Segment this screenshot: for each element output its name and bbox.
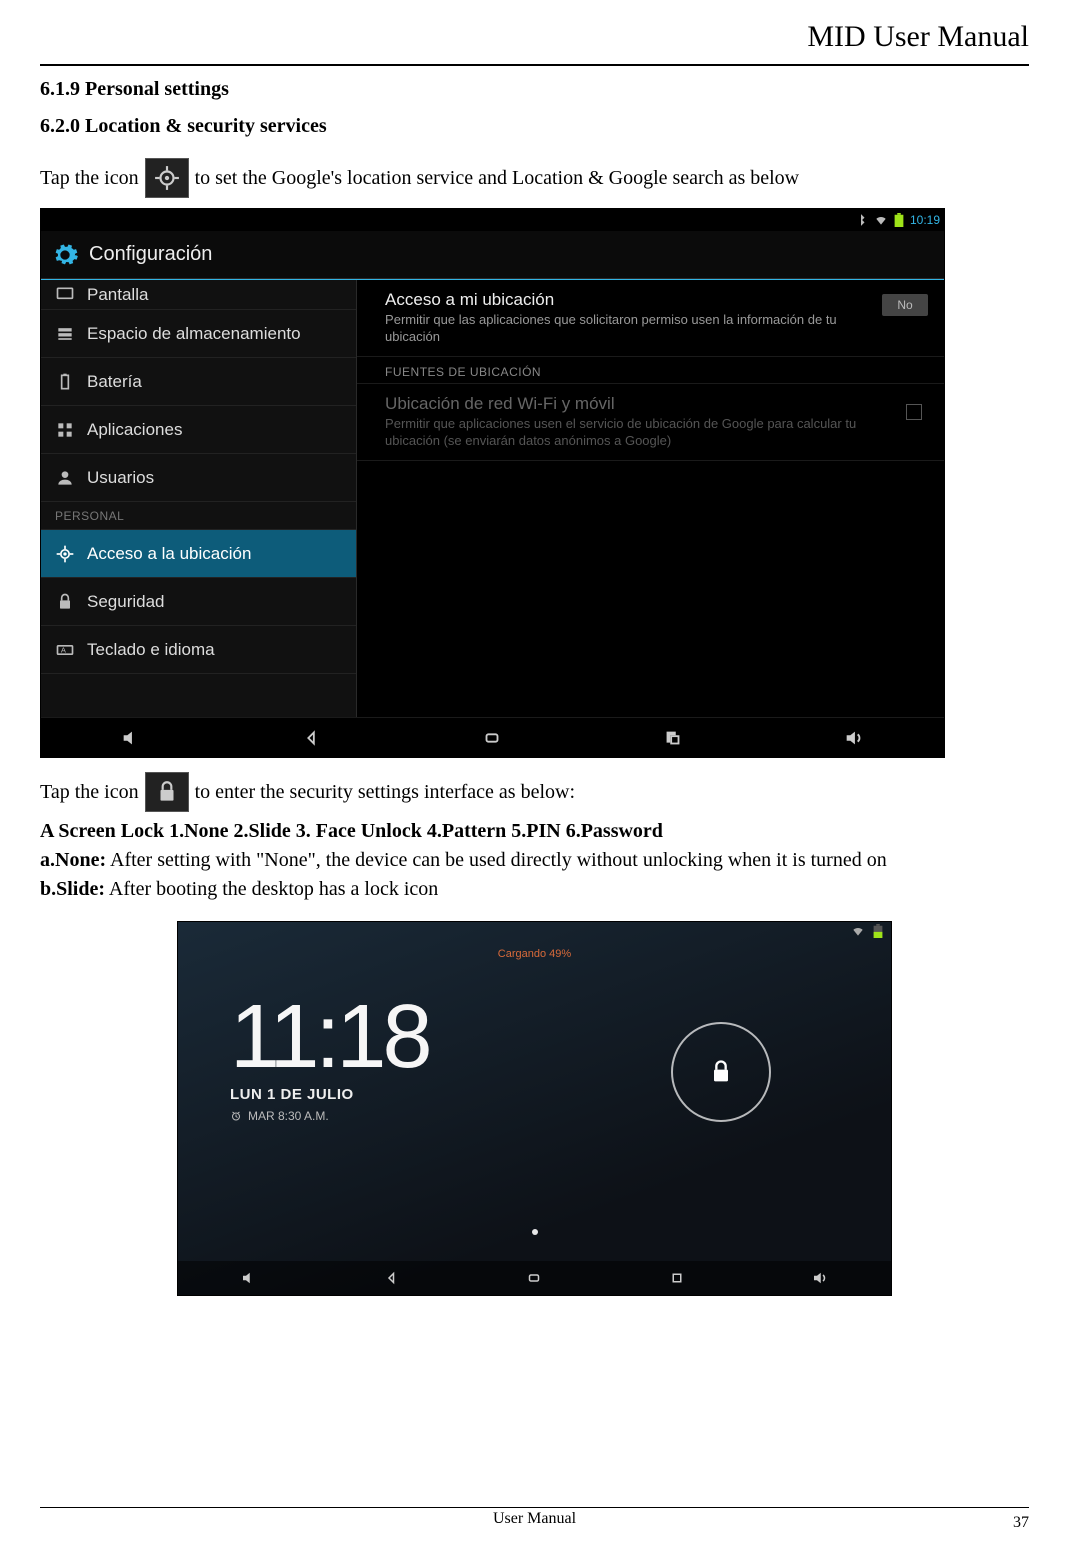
volume-up-icon[interactable] xyxy=(843,727,865,749)
pref-subtitle: Permitir que aplicaciones usen el servic… xyxy=(385,416,884,450)
battery-icon xyxy=(894,213,904,227)
sidebar-item-location[interactable]: Acceso a la ubicación xyxy=(41,530,356,578)
sidebar-label: Acceso a la ubicación xyxy=(87,544,251,564)
alarm-text: MAR 8:30 A.M. xyxy=(248,1109,329,1123)
intro-line-1: Tap the icon to set the Google's locatio… xyxy=(40,158,1029,198)
appbar-title: Configuración xyxy=(89,243,212,266)
a-none-label: a.None: xyxy=(40,849,106,871)
page-number: 37 xyxy=(1013,1514,1029,1532)
display-icon xyxy=(55,285,75,305)
next-alarm: MAR 8:30 A.M. xyxy=(230,1109,429,1123)
page-indicator xyxy=(178,1229,891,1235)
system-nav-bar xyxy=(178,1261,891,1295)
sidebar-item-apps[interactable]: Aplicaciones xyxy=(41,406,356,454)
sidebar-item-language[interactable]: A Teclado e idioma xyxy=(41,626,356,674)
storage-icon xyxy=(55,324,75,344)
lockscreen-screenshot: Cargando 49% 11:18 LUN 1 DE JULIO MAR 8:… xyxy=(177,921,892,1296)
a-none-line: a.None: After setting with "None", the d… xyxy=(40,847,1029,874)
settings-detail-pane: Acceso a mi ubicación Permitir que las a… xyxy=(357,280,944,717)
battery-icon xyxy=(55,372,75,392)
footer-text: User Manual xyxy=(493,1510,576,1527)
pref-title: Ubicación de red Wi-Fi y móvil xyxy=(385,394,884,414)
wifi-icon xyxy=(874,213,888,227)
recent-icon[interactable] xyxy=(662,727,684,749)
page-header: MID User Manual xyxy=(40,20,1029,58)
sidebar-label: Teclado e idioma xyxy=(87,640,215,660)
pref-title: Acceso a mi ubicación xyxy=(385,290,884,310)
back-icon[interactable] xyxy=(383,1269,401,1287)
sidebar-label: Batería xyxy=(87,372,142,392)
heading-6-1-9: 6.1.9 Personal settings xyxy=(40,78,1029,101)
volume-up-icon[interactable] xyxy=(811,1269,829,1287)
checkbox-unchecked[interactable] xyxy=(906,404,922,420)
clock-time: 11:18 xyxy=(230,992,429,1082)
page-footer: User Manual 37 xyxy=(40,1507,1029,1528)
pref-wifi-location[interactable]: Ubicación de red Wi-Fi y móvil Permitir … xyxy=(357,384,944,461)
app-bar: Configuración xyxy=(41,231,944,279)
home-icon[interactable] xyxy=(525,1269,543,1287)
volume-down-icon[interactable] xyxy=(240,1269,258,1287)
pref-subtitle: Permitir que las aplicaciones que solici… xyxy=(385,312,884,346)
home-icon[interactable] xyxy=(481,727,503,749)
status-bar: 10:19 xyxy=(41,209,944,231)
intro-line-2a: Tap the icon xyxy=(40,781,139,804)
lock-icon xyxy=(707,1058,735,1086)
intro-line-2: Tap the icon to enter the security setti… xyxy=(40,772,1029,812)
sidebar-section-personal: PERSONAL xyxy=(41,502,356,530)
alarm-icon xyxy=(230,1110,242,1122)
sidebar-label: Aplicaciones xyxy=(87,420,182,440)
intro-line-1b: to set the Google's location service and… xyxy=(195,167,800,190)
settings-screenshot: 10:19 Configuración Pantalla Espacio de … xyxy=(40,208,945,758)
lock-icon xyxy=(145,772,189,812)
sidebar-label: Pantalla xyxy=(87,285,148,305)
settings-gear-icon xyxy=(51,241,79,269)
b-slide-label: b.Slide: xyxy=(40,878,105,900)
unlock-ring[interactable] xyxy=(671,1022,771,1122)
back-icon[interactable] xyxy=(301,727,323,749)
svg-text:A: A xyxy=(61,645,66,654)
pref-location-access[interactable]: Acceso a mi ubicación Permitir que las a… xyxy=(357,280,944,357)
bluetooth-icon xyxy=(854,213,868,227)
b-slide-line: b.Slide: After booting the desktop has a… xyxy=(40,876,1029,903)
sidebar-label: Seguridad xyxy=(87,592,165,612)
a-none-text: After setting with "None", the device ca… xyxy=(106,849,887,871)
status-bar xyxy=(178,922,891,940)
user-icon xyxy=(55,468,75,488)
intro-line-2b: to enter the security settings interface… xyxy=(195,781,575,804)
section-header-sources: FUENTES DE UBICACIÓN xyxy=(357,357,944,384)
intro-line-1a: Tap the icon xyxy=(40,167,139,190)
battery-charging-icon xyxy=(871,924,885,938)
volume-down-icon[interactable] xyxy=(120,727,142,749)
toggle-off[interactable]: No xyxy=(882,294,928,316)
keyboard-icon: A xyxy=(55,640,75,660)
clock-widget: 11:18 LUN 1 DE JULIO MAR 8:30 A.M. xyxy=(230,992,429,1123)
wifi-icon xyxy=(851,924,865,938)
sidebar-label: Usuarios xyxy=(87,468,154,488)
recent-icon[interactable] xyxy=(668,1269,686,1287)
sidebar-item-battery[interactable]: Batería xyxy=(41,358,356,406)
location-crosshair-icon xyxy=(145,158,189,198)
heading-6-2-0: 6.2.0 Location & security services xyxy=(40,115,1029,138)
sidebar-item-security[interactable]: Seguridad xyxy=(41,578,356,626)
screenlock-options: A Screen Lock 1.None 2.Slide 3. Face Unl… xyxy=(40,818,1029,845)
lock-icon xyxy=(55,592,75,612)
sidebar-label: Espacio de almacenamiento xyxy=(87,324,301,344)
sidebar-item-users[interactable]: Usuarios xyxy=(41,454,356,502)
sidebar-item-pantalla[interactable]: Pantalla xyxy=(41,280,356,310)
system-nav-bar xyxy=(41,717,944,757)
apps-icon xyxy=(55,420,75,440)
status-clock: 10:19 xyxy=(910,213,940,227)
sidebar-item-storage[interactable]: Espacio de almacenamiento xyxy=(41,310,356,358)
header-rule xyxy=(40,64,1029,66)
settings-sidebar: Pantalla Espacio de almacenamiento Bater… xyxy=(41,280,357,717)
clock-date: LUN 1 DE JULIO xyxy=(230,1086,429,1103)
location-crosshair-icon xyxy=(55,544,75,564)
b-slide-text: After booting the desktop has a lock ico… xyxy=(105,878,438,900)
charging-status: Cargando 49% xyxy=(178,948,891,960)
